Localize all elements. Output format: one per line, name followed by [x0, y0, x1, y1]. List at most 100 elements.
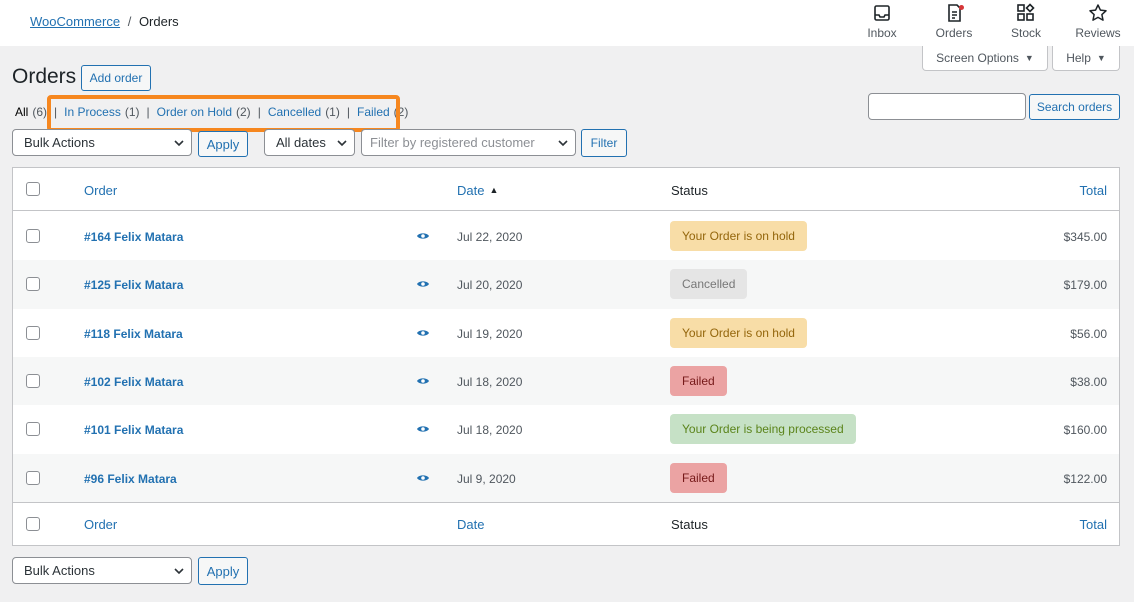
- row-checkbox[interactable]: [26, 277, 40, 292]
- row-checkbox[interactable]: [26, 373, 40, 388]
- chevron-down-icon: [174, 568, 184, 575]
- breadcrumb: WooCommerce / Orders: [30, 14, 179, 29]
- help-button[interactable]: Help ▼: [1052, 46, 1120, 71]
- table-header: Order Date ▲ Status Total: [13, 168, 1119, 211]
- filter-button[interactable]: Filter: [581, 129, 627, 157]
- customer-filter-placeholder: Filter by registered customer: [370, 135, 535, 150]
- filter-all-count: (6): [32, 105, 48, 119]
- order-link[interactable]: #118 Felix Matara: [84, 327, 183, 341]
- star-icon: [1089, 4, 1107, 21]
- activity-inbox[interactable]: Inbox: [846, 0, 918, 46]
- status-badge: Your Order is being processed: [670, 414, 856, 445]
- table-row[interactable]: #96 Felix Matara Jul 9, 2020 Failed $122…: [13, 453, 1119, 502]
- order-link[interactable]: #102 Felix Matara: [84, 375, 183, 389]
- row-checkbox[interactable]: [26, 470, 40, 485]
- customer-filter-select[interactable]: Filter by registered customer: [361, 129, 576, 156]
- sort-ascending-icon: ▲: [489, 185, 499, 195]
- eye-icon[interactable]: [416, 279, 430, 289]
- table-row[interactable]: #101 Felix Matara Jul 18, 2020 Your Orde…: [13, 405, 1119, 453]
- status-badge: Failed: [670, 365, 727, 396]
- row-checkbox[interactable]: [26, 229, 40, 243]
- row-checkbox[interactable]: [26, 422, 40, 437]
- filter-all[interactable]: All (6): [15, 105, 47, 119]
- screen-options-label: Screen Options: [936, 51, 1019, 65]
- bulk-actions-value: Bulk Actions: [24, 135, 95, 150]
- table-row[interactable]: #102 Felix Matara Jul 18, 2020 Failed $3…: [13, 356, 1119, 406]
- order-link[interactable]: #164 Felix Matara: [84, 230, 183, 244]
- search-orders-button[interactable]: Search orders: [1029, 94, 1120, 120]
- notification-dot: [959, 5, 964, 10]
- page-title: Orders: [12, 65, 77, 88]
- screen-options-button[interactable]: Screen Options ▼: [922, 46, 1048, 71]
- select-all-checkbox-footer[interactable]: [26, 517, 40, 531]
- order-total: $38.00: [1070, 374, 1107, 389]
- chevron-down-icon: [174, 140, 184, 147]
- order-total: $345.00: [1063, 230, 1107, 244]
- column-order-header[interactable]: Order: [84, 183, 117, 198]
- eye-icon[interactable]: [416, 473, 430, 483]
- eye-icon[interactable]: [416, 328, 430, 338]
- caret-down-icon: ▼: [1096, 53, 1106, 63]
- order-date: Jul 18, 2020: [457, 423, 523, 438]
- apply-button-bottom[interactable]: Apply: [198, 557, 248, 585]
- dates-select[interactable]: All dates: [264, 129, 355, 156]
- chevron-down-icon: [337, 140, 347, 147]
- dates-value: All dates: [276, 135, 326, 150]
- orders-table: Order Date ▲ Status Total #164 Felix Mata…: [12, 167, 1120, 546]
- row-checkbox[interactable]: [26, 325, 40, 340]
- activity-stock-label: Stock: [1010, 26, 1041, 40]
- activity-orders-label: Orders: [935, 26, 973, 40]
- breadcrumb-current: Orders: [138, 14, 179, 29]
- order-link[interactable]: #101 Felix Matara: [84, 423, 183, 437]
- order-link[interactable]: #96 Felix Matara: [84, 472, 177, 486]
- activity-orders[interactable]: Orders: [918, 0, 990, 46]
- breadcrumb-separator: /: [127, 14, 132, 29]
- select-all-checkbox[interactable]: [26, 182, 40, 196]
- breadcrumb-woocommerce-link[interactable]: WooCommerce: [30, 14, 120, 29]
- activity-inbox-label: Inbox: [867, 26, 897, 40]
- inbox-icon: [874, 5, 890, 21]
- caret-down-icon: ▼: [1024, 53, 1034, 63]
- bulk-actions-select[interactable]: Bulk Actions: [12, 129, 192, 156]
- status-badge: Your Order is on hold: [670, 317, 807, 348]
- column-total-header[interactable]: Total: [1080, 183, 1107, 198]
- eye-icon[interactable]: [416, 424, 430, 434]
- status-badge: Cancelled: [670, 269, 748, 300]
- order-link[interactable]: #125 Felix Matara: [84, 278, 183, 292]
- stock-icon: [1017, 3, 1035, 21]
- activity-stock[interactable]: Stock: [990, 0, 1062, 46]
- column-order-footer[interactable]: Order: [84, 517, 117, 532]
- column-date-header[interactable]: Date ▲: [457, 183, 498, 198]
- order-date: Jul 18, 2020: [457, 374, 523, 389]
- order-date: Jul 19, 2020: [457, 326, 523, 341]
- table-row[interactable]: #125 Felix Matara Jul 20, 2020 Cancelled…: [13, 260, 1119, 309]
- column-date-footer[interactable]: Date: [457, 517, 484, 532]
- order-date: Jul 22, 2020: [457, 230, 523, 244]
- search-orders-input[interactable]: [868, 93, 1026, 120]
- status-badge: Your Order is on hold: [670, 221, 807, 251]
- add-order-button[interactable]: Add order: [81, 65, 151, 91]
- order-date: Jul 20, 2020: [457, 278, 523, 293]
- bulk-actions-value-bottom: Bulk Actions: [24, 563, 95, 578]
- apply-button[interactable]: Apply: [198, 131, 248, 157]
- table-row[interactable]: #164 Felix Matara Jul 22, 2020 Your Orde…: [13, 212, 1119, 260]
- chevron-down-icon: [558, 140, 568, 147]
- column-status-footer: Status: [671, 517, 708, 532]
- bulk-actions-select-bottom[interactable]: Bulk Actions: [12, 557, 192, 584]
- help-label: Help: [1066, 51, 1091, 65]
- table-row[interactable]: #118 Felix Matara Jul 19, 2020 Your Orde…: [13, 309, 1119, 357]
- column-date-label: Date: [457, 183, 485, 198]
- eye-icon[interactable]: [416, 231, 430, 241]
- table-footer: Order Date Status Total: [13, 502, 1119, 545]
- activity-panel: Inbox Orders Stock Reviews: [846, 0, 1134, 46]
- column-total-footer[interactable]: Total: [1080, 517, 1107, 532]
- column-status-header: Status: [671, 183, 708, 198]
- eye-icon[interactable]: [416, 376, 430, 386]
- activity-reviews[interactable]: Reviews: [1062, 0, 1134, 46]
- order-date: Jul 9, 2020: [457, 471, 516, 486]
- highlight-annotation-box: [47, 95, 400, 132]
- filter-all-label: All: [15, 105, 29, 119]
- order-total: $160.00: [1063, 423, 1107, 438]
- activity-reviews-label: Reviews: [1075, 26, 1121, 40]
- top-header-bar: WooCommerce / Orders Inbox Orders Stock …: [0, 0, 1134, 46]
